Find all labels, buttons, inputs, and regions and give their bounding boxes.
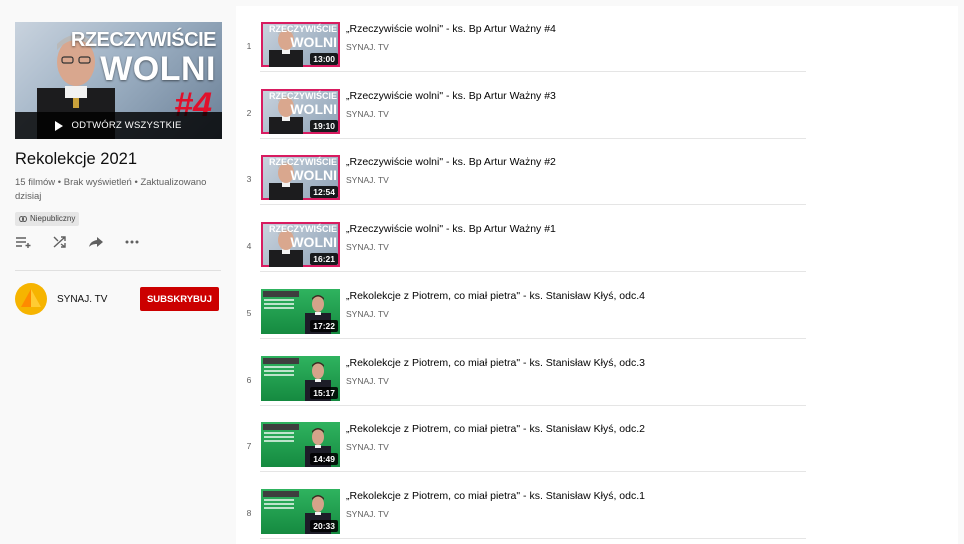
video-thumbnail[interactable]: 20:33 [261, 488, 340, 534]
playlist-video-row[interactable]: 7 14:49 „Rekolekcje z Piotrem, co miał p… [236, 406, 806, 473]
video-channel[interactable]: SYNAJ. TV [346, 309, 389, 319]
thumb-text-lines [264, 432, 294, 444]
video-index: 2 [246, 107, 252, 118]
video-title[interactable]: „Rzeczywiście wolni" - ks. Bp Artur Ważn… [346, 90, 556, 102]
video-thumbnail[interactable]: 14:49 [261, 422, 340, 468]
subscribe-button[interactable]: SUBSKRYBUJ [140, 287, 219, 311]
channel-avatar[interactable] [15, 283, 47, 315]
video-duration: 15:17 [310, 386, 338, 399]
play-all-label: ODTWÓRZ WSZYSTKIE [71, 120, 182, 131]
thumb-text-lines [264, 365, 294, 378]
privacy-label: Niepubliczny [30, 214, 76, 223]
video-title[interactable]: „Rzeczywiście wolni" - ks. Bp Artur Ważn… [346, 23, 556, 35]
video-duration: 17:22 [310, 319, 338, 332]
thumb-text-lines [264, 498, 294, 511]
add-to-queue-icon[interactable] [15, 234, 33, 250]
playlist-title: Rekolekcje 2021 [15, 150, 137, 168]
share-icon[interactable] [87, 234, 105, 250]
play-icon [55, 120, 64, 131]
video-title[interactable]: „Rzeczywiście wolni" - ks. Bp Artur Ważn… [346, 223, 556, 235]
page: RZECZYWIŚCIE WOLNI #4 ODTWÓRZ WSZYSTKIE … [0, 0, 964, 544]
video-index: 7 [246, 441, 252, 452]
video-duration: 19:10 [310, 119, 338, 132]
video-thumbnail[interactable]: RZECZYWIŚCIE WOLNI 19:10 [261, 88, 340, 134]
video-index: 4 [246, 241, 252, 252]
video-index: 5 [246, 307, 252, 318]
video-duration: 20:33 [310, 519, 338, 532]
channel-name[interactable]: SYNAJ. TV [57, 294, 107, 305]
thumb-banner [263, 424, 299, 431]
thumb-title-line1: RZECZYWIŚCIE [268, 90, 337, 101]
video-duration: 16:21 [310, 253, 338, 266]
playlist-meta: 15 filmów • Brak wyświetleń • Zaktualizo… [15, 177, 207, 202]
video-title[interactable]: „Rekolekcje z Piotrem, co miał pietra" -… [346, 290, 645, 302]
link-icon [19, 216, 27, 222]
video-duration: 14:49 [310, 453, 338, 466]
thumb-banner [263, 357, 299, 364]
thumb-text-lines [264, 298, 294, 311]
playlist-video-row[interactable]: 4 RZECZYWIŚCIE WOLNI 16:21 „Rzeczywiście… [236, 206, 806, 273]
video-title[interactable]: „Rekolekcje z Piotrem, co miał pietra" -… [346, 490, 645, 502]
channel-info[interactable]: SYNAJ. TV [15, 283, 107, 315]
video-duration: 13:00 [310, 53, 338, 65]
playlist-video-row[interactable]: 2 RZECZYWIŚCIE WOLNI 19:10 „Rzeczywiście… [236, 73, 806, 139]
video-channel[interactable]: SYNAJ. TV [346, 509, 389, 519]
playlist-actions [15, 234, 141, 250]
thumb-banner [263, 290, 299, 297]
more-icon[interactable] [123, 234, 141, 250]
video-thumbnail[interactable]: 15:17 [261, 355, 340, 401]
playlist-video-row[interactable]: 5 17:22 „Rekolekcje z Piotrem, co miał p… [236, 273, 806, 339]
thumb-title-line2: WOLNI [290, 34, 337, 50]
video-index: 6 [246, 374, 252, 385]
thumb-title-line1: RZECZYWIŚCIE [268, 157, 337, 168]
playlist-sidebar: RZECZYWIŚCIE WOLNI #4 ODTWÓRZ WSZYSTKIE … [0, 0, 236, 544]
thumb-title-line2: WOLNI [290, 234, 337, 251]
video-thumbnail[interactable]: RZECZYWIŚCIE WOLNI 12:54 [261, 155, 340, 201]
video-channel[interactable]: SYNAJ. TV [346, 109, 389, 119]
thumb-title-line1: RZECZYWIŚCIE [268, 224, 337, 235]
thumb-banner [263, 490, 299, 497]
video-channel[interactable]: SYNAJ. TV [346, 42, 389, 52]
hero-title-line1: RZECZYWIŚCIE [70, 29, 217, 51]
video-thumbnail[interactable]: RZECZYWIŚCIE WOLNI 13:00 [261, 22, 340, 67]
playlist-video-row[interactable]: 1 RZECZYWIŚCIE WOLNI 13:00 „Rzeczywiście… [236, 6, 806, 72]
thumb-title-line2: WOLNI [290, 167, 337, 184]
playlist-video-row[interactable]: 8 20:33 „Rekolekcje z Piotrem, co miał p… [236, 473, 806, 539]
thumb-title-line2: WOLNI [290, 100, 337, 117]
playlist-video-row[interactable]: 3 RZECZYWIŚCIE WOLNI 12:54 „Rzeczywiście… [236, 139, 806, 206]
video-channel[interactable]: SYNAJ. TV [346, 442, 389, 452]
video-channel[interactable]: SYNAJ. TV [346, 175, 389, 185]
video-index: 8 [246, 507, 252, 518]
video-channel[interactable]: SYNAJ. TV [346, 376, 389, 386]
video-index: 3 [246, 174, 252, 185]
video-list: 1 RZECZYWIŚCIE WOLNI 13:00 „Rzeczywiście… [236, 6, 958, 544]
row-divider [260, 537, 806, 539]
shuffle-icon[interactable] [51, 234, 69, 250]
privacy-badge: Niepubliczny [15, 212, 80, 226]
play-all-button[interactable]: ODTWÓRZ WSZYSTKIE [15, 112, 222, 139]
video-thumbnail[interactable]: RZECZYWIŚCIE WOLNI 16:21 [261, 222, 340, 268]
sidebar-divider [15, 270, 221, 271]
video-title[interactable]: „Rzeczywiście wolni" - ks. Bp Artur Ważn… [346, 156, 556, 168]
video-title[interactable]: „Rekolekcje z Piotrem, co miał pietra" -… [346, 423, 645, 435]
playlist-video-row[interactable]: 6 15:17 „Rekolekcje z Piotrem, co miał p… [236, 340, 806, 406]
video-index: 1 [246, 41, 252, 51]
video-title[interactable]: „Rekolekcje z Piotrem, co miał pietra" -… [346, 357, 645, 369]
video-thumbnail[interactable]: 17:22 [261, 288, 340, 334]
hero-title-line2: WOLNI [100, 50, 216, 88]
video-channel[interactable]: SYNAJ. TV [346, 242, 389, 252]
video-duration: 12:54 [310, 186, 338, 199]
thumb-title-line1: RZECZYWIŚCIE [268, 24, 337, 34]
playlist-hero-thumbnail[interactable]: RZECZYWIŚCIE WOLNI #4 ODTWÓRZ WSZYSTKIE [15, 22, 222, 139]
